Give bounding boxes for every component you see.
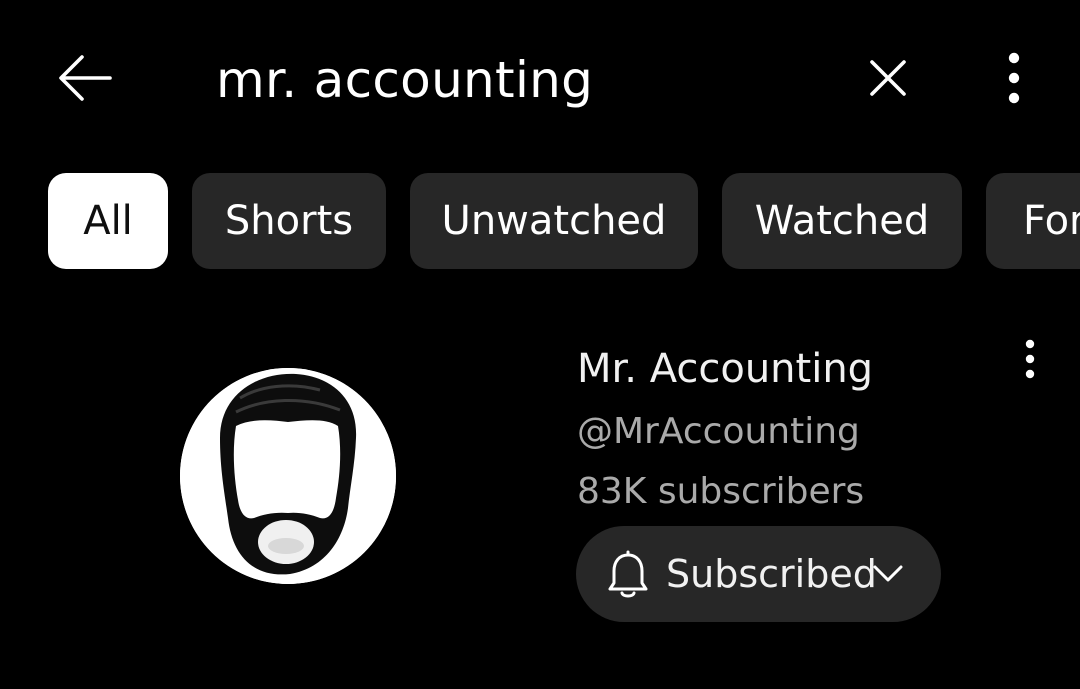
filter-chip-all[interactable]: All — [48, 173, 168, 269]
filter-chip-shorts[interactable]: Shorts — [192, 173, 386, 269]
chevron-down-icon — [873, 565, 903, 582]
channel-name[interactable]: Mr. Accounting — [577, 342, 873, 396]
filter-chip-bar: All Shorts Unwatched Watched For — [0, 173, 1080, 269]
more-options-button[interactable] — [992, 48, 1036, 108]
subscriber-count: 83K subscribers — [577, 471, 865, 512]
channel-avatar[interactable] — [180, 368, 396, 584]
close-icon — [870, 60, 906, 96]
filter-chip-watched[interactable]: Watched — [722, 173, 962, 269]
back-button[interactable] — [54, 50, 116, 106]
filter-chip-for[interactable]: For — [986, 173, 1080, 269]
filter-chip-unwatched[interactable]: Unwatched — [410, 173, 698, 269]
channel-result-card[interactable]: Mr. Accounting @MrAccounting 83K subscri… — [0, 320, 1080, 640]
result-more-options-button[interactable] — [1010, 334, 1050, 384]
arrow-left-icon — [59, 55, 112, 101]
channel-handle: @MrAccounting — [577, 411, 860, 452]
search-query-text[interactable]: mr. accounting — [216, 48, 593, 112]
more-vert-icon — [1025, 339, 1035, 379]
subscribed-button[interactable]: Subscribed — [576, 526, 941, 622]
bell-icon — [608, 550, 648, 598]
clear-search-button[interactable] — [862, 52, 914, 104]
search-results-screen: mr. accounting All Shorts Unwatched Watc… — [0, 0, 1080, 689]
bearded-man-avatar-image — [180, 368, 396, 584]
more-vert-icon — [1008, 52, 1020, 104]
search-top-bar: mr. accounting — [0, 0, 1080, 150]
subscribed-button-label: Subscribed — [666, 552, 877, 596]
